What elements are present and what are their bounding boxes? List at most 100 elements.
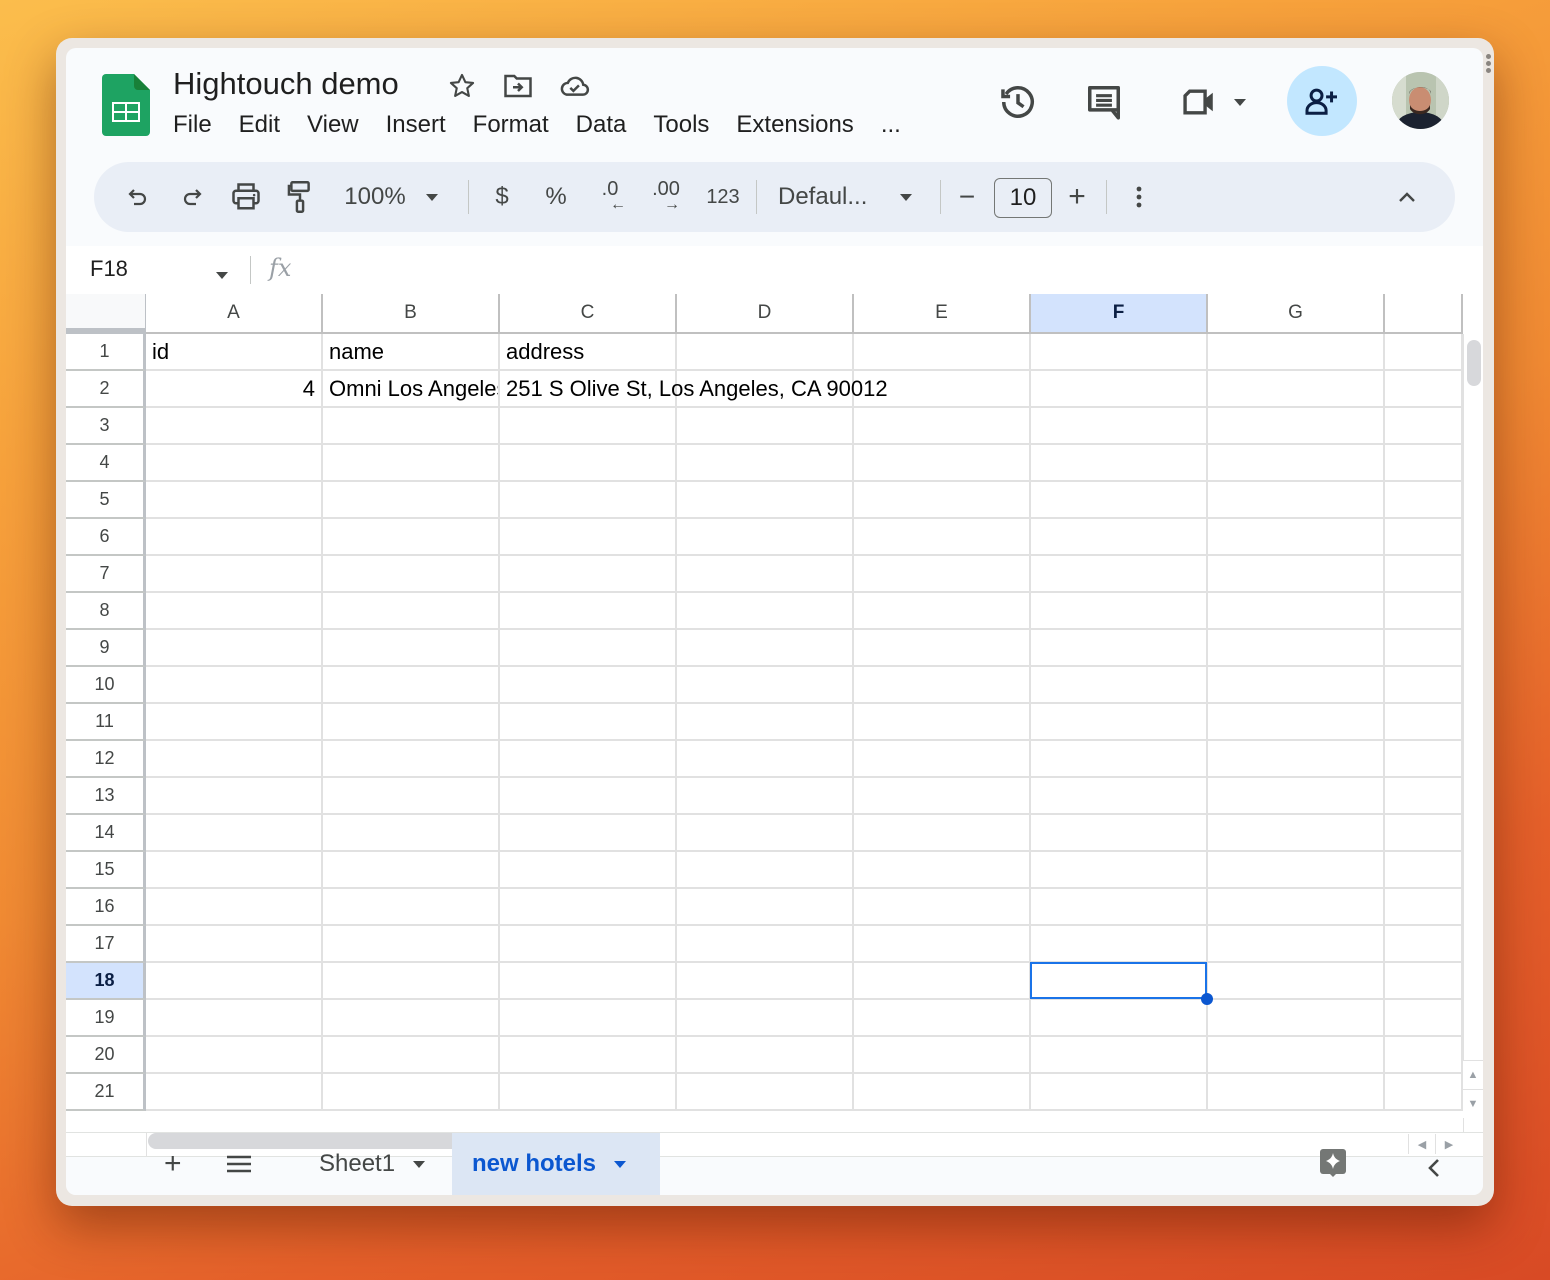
cell-c14[interactable] (500, 815, 677, 852)
cell-e12[interactable] (854, 741, 1031, 778)
cell[interactable] (1385, 445, 1463, 482)
cell-a16[interactable] (146, 889, 323, 926)
cell-f3[interactable] (1031, 408, 1208, 445)
vertical-scrollbar-thumb[interactable] (1467, 340, 1481, 386)
scroll-down-arrow-icon[interactable]: ▼ (1463, 1089, 1483, 1118)
cell[interactable] (1385, 889, 1463, 926)
comments-icon[interactable] (1082, 80, 1126, 124)
cell[interactable] (1385, 593, 1463, 630)
cell-a17[interactable] (146, 926, 323, 963)
row-header[interactable]: 4 (66, 445, 146, 482)
cell-f8[interactable] (1031, 593, 1208, 630)
cell-d14[interactable] (677, 815, 854, 852)
cell[interactable] (1385, 1037, 1463, 1074)
cell-b18[interactable] (323, 963, 500, 1000)
font-size-input[interactable]: 10 (994, 178, 1052, 218)
row-header[interactable]: 13 (66, 778, 146, 815)
scroll-right-arrow-icon[interactable]: ▶ (1435, 1134, 1462, 1154)
cell-b19[interactable] (323, 1000, 500, 1037)
cell-g11[interactable] (1208, 704, 1385, 741)
menu-more[interactable]: ... (881, 111, 901, 139)
scroll-left-arrow-icon[interactable]: ◀ (1408, 1134, 1435, 1154)
cell[interactable] (1385, 778, 1463, 815)
cell-a8[interactable] (146, 593, 323, 630)
cell-d11[interactable] (677, 704, 854, 741)
cell-f5[interactable] (1031, 482, 1208, 519)
menu-format[interactable]: Format (473, 111, 549, 139)
cell-b16[interactable] (323, 889, 500, 926)
cell-a11[interactable] (146, 704, 323, 741)
cell-a2[interactable]: 4 (146, 371, 323, 408)
undo-icon[interactable] (118, 162, 158, 232)
selected-cell-outline[interactable] (1030, 962, 1207, 999)
cell-g12[interactable] (1208, 741, 1385, 778)
cell-b21[interactable] (323, 1074, 500, 1111)
cell-f4[interactable] (1031, 445, 1208, 482)
cell-a1[interactable]: id (146, 334, 323, 371)
sheet-tab-new-hotels[interactable]: new hotels (452, 1133, 660, 1195)
row-header[interactable]: 20 (66, 1037, 146, 1074)
cell-d1[interactable] (677, 334, 854, 371)
cell-d5[interactable] (677, 482, 854, 519)
row-header[interactable]: 14 (66, 815, 146, 852)
cell[interactable] (1385, 519, 1463, 556)
cell-e5[interactable] (854, 482, 1031, 519)
cell-b17[interactable] (323, 926, 500, 963)
cell-c3[interactable] (500, 408, 677, 445)
row-header[interactable]: 18 (66, 963, 146, 1000)
row-header[interactable]: 8 (66, 593, 146, 630)
cell[interactable] (1385, 371, 1463, 408)
formula-input[interactable] (306, 254, 1456, 286)
column-header-d[interactable]: D (677, 294, 854, 334)
fill-handle[interactable] (1201, 993, 1213, 1005)
account-avatar[interactable] (1392, 72, 1449, 129)
menu-insert[interactable]: Insert (386, 111, 446, 139)
cell-f9[interactable] (1031, 630, 1208, 667)
cell-c21[interactable] (500, 1074, 677, 1111)
cell-e15[interactable] (854, 852, 1031, 889)
row-header[interactable]: 11 (66, 704, 146, 741)
cell-f11[interactable] (1031, 704, 1208, 741)
document-title[interactable]: Hightouch demo (173, 66, 399, 102)
paint-format-icon[interactable] (280, 162, 320, 232)
cell-c12[interactable] (500, 741, 677, 778)
cell-c11[interactable] (500, 704, 677, 741)
column-header-e[interactable]: E (854, 294, 1031, 334)
cell-c17[interactable] (500, 926, 677, 963)
cell-d16[interactable] (677, 889, 854, 926)
cell[interactable] (1385, 963, 1463, 1000)
cell-g9[interactable] (1208, 630, 1385, 667)
row-header[interactable]: 6 (66, 519, 146, 556)
row-header[interactable]: 15 (66, 852, 146, 889)
row-header[interactable]: 12 (66, 741, 146, 778)
add-sheet-button[interactable]: + (152, 1133, 194, 1195)
all-sheets-button[interactable] (214, 1133, 264, 1195)
cell-a3[interactable] (146, 408, 323, 445)
row-header[interactable]: 1 (66, 334, 146, 371)
cell[interactable] (1385, 741, 1463, 778)
cell[interactable] (1385, 408, 1463, 445)
increase-decimal-button[interactable]: .00 → (644, 162, 688, 232)
cell-b15[interactable] (323, 852, 500, 889)
cell-g16[interactable] (1208, 889, 1385, 926)
cell[interactable] (1385, 630, 1463, 667)
window-handle-dots[interactable] (1486, 54, 1492, 75)
menu-edit[interactable]: Edit (239, 111, 280, 139)
cell-b1[interactable]: name (323, 334, 500, 371)
cell-g6[interactable] (1208, 519, 1385, 556)
cell-c20[interactable] (500, 1037, 677, 1074)
scroll-up-arrow-icon[interactable]: ▲ (1463, 1060, 1483, 1089)
row-header[interactable]: 7 (66, 556, 146, 593)
cell-c15[interactable] (500, 852, 677, 889)
cell-a4[interactable] (146, 445, 323, 482)
move-to-folder-icon[interactable] (502, 70, 534, 102)
cell-b6[interactable] (323, 519, 500, 556)
cell-g10[interactable] (1208, 667, 1385, 704)
row-header[interactable]: 2 (66, 371, 146, 408)
cell-e17[interactable] (854, 926, 1031, 963)
cell[interactable] (1385, 667, 1463, 704)
cell-f21[interactable] (1031, 1074, 1208, 1111)
cell-a15[interactable] (146, 852, 323, 889)
cell-b5[interactable] (323, 482, 500, 519)
cell-a10[interactable] (146, 667, 323, 704)
